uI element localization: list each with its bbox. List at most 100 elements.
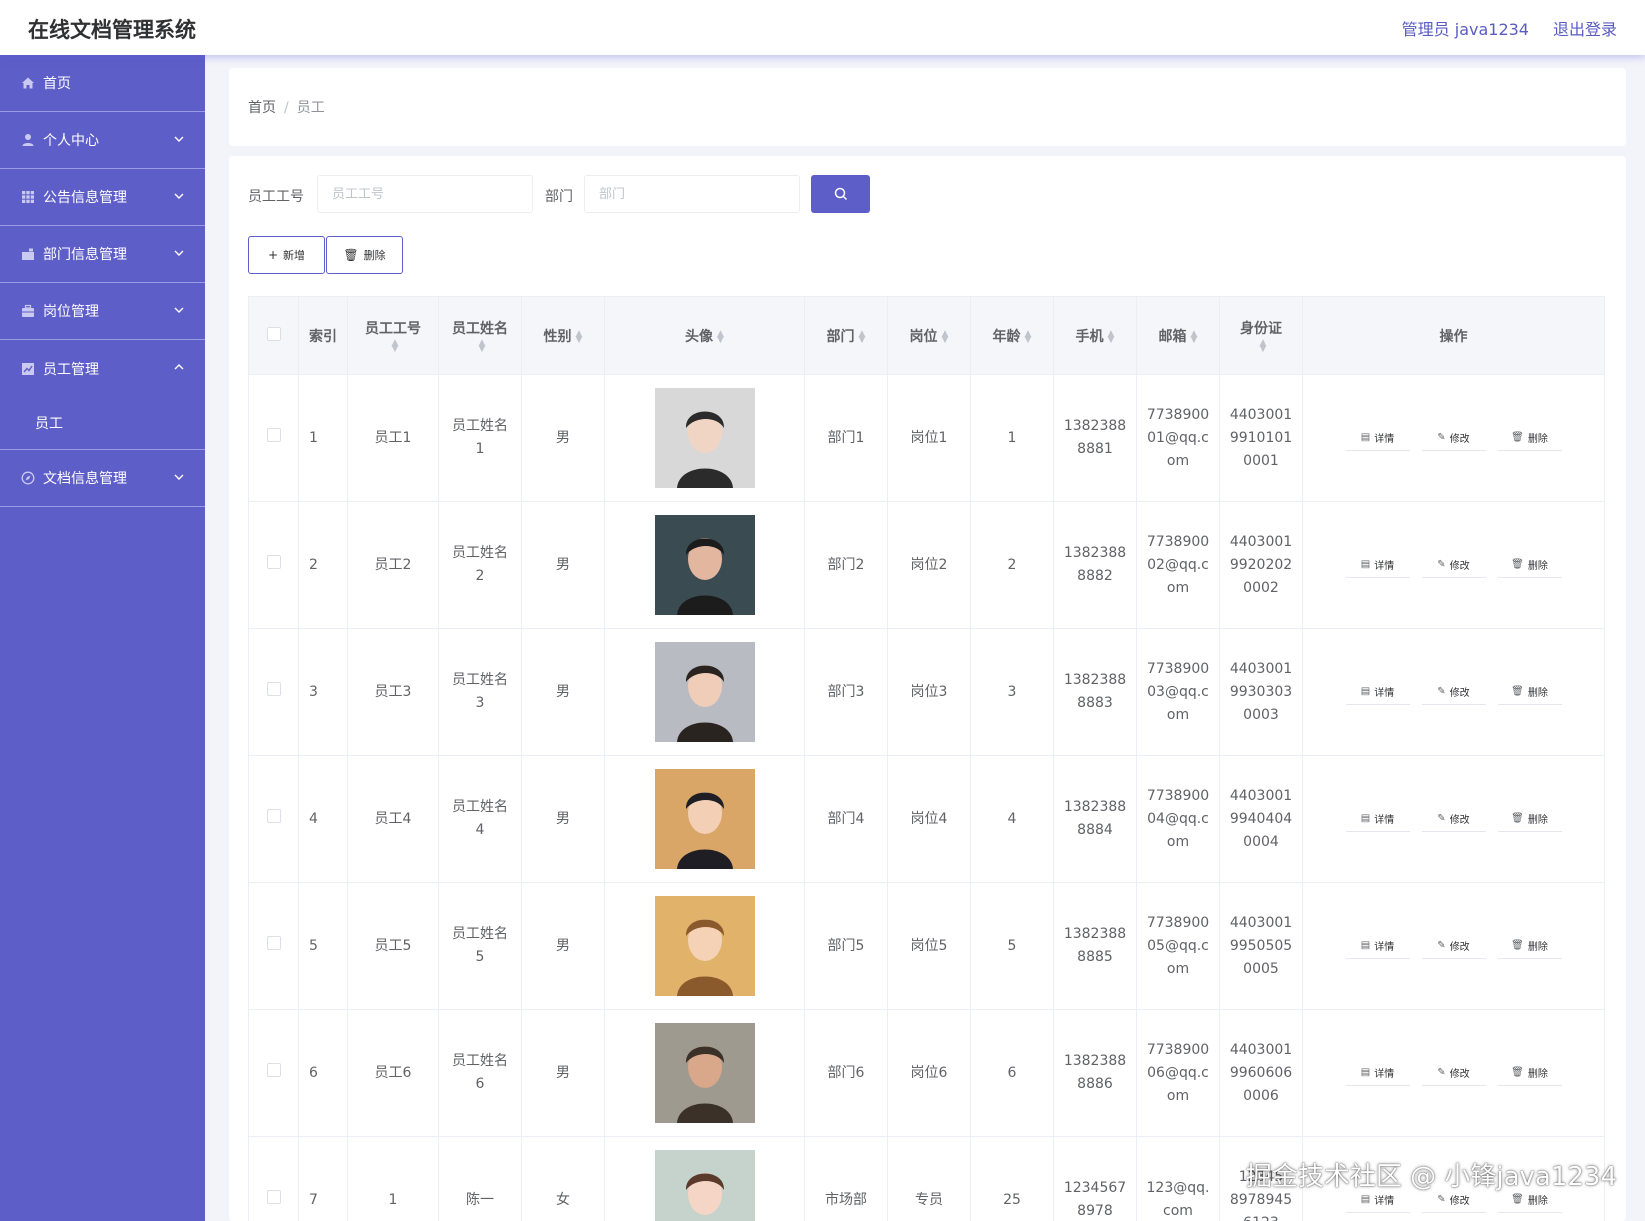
edit-button[interactable]: ✎ 修改 [1421, 425, 1486, 451]
edit-button[interactable]: ✎ 修改 [1421, 552, 1486, 578]
delete-button[interactable]: 🗑 删除 [1497, 933, 1562, 959]
cell-gender: 男 [521, 374, 605, 502]
sidebar-subitem-employee[interactable]: 员工 [0, 397, 205, 449]
delete-button[interactable]: 🗑 删除 [1497, 1060, 1562, 1086]
cell-emp-no: 员工3 [347, 628, 439, 756]
cell-email-line: 123@qq. [1146, 1180, 1210, 1196]
row-checkbox[interactable] [266, 808, 281, 823]
cell-email: 7738900 02@qq.c om [1136, 501, 1220, 629]
sort-icon[interactable]: ▲ ▼ [1025, 329, 1032, 344]
sort-icon[interactable]: ▲ ▼ [717, 329, 724, 344]
cell-phone-line: 8886 [1077, 1076, 1113, 1092]
header-id-card[interactable]: 身份证 ▲ ▼ [1219, 296, 1303, 375]
header-name[interactable]: 员工姓名 ▲ ▼ [438, 296, 522, 375]
avatar-image[interactable] [654, 1023, 755, 1123]
header-age[interactable]: 年龄 ▲ ▼ [970, 296, 1054, 375]
header-avatar[interactable]: 头像 ▲ ▼ [604, 296, 805, 375]
sidebar-item-post-management[interactable]: 岗位管理 [0, 283, 205, 340]
cell-id-card-line: 9940404 [1229, 810, 1293, 827]
sidebar-group-employee: 员工管理 员工 [0, 340, 205, 450]
cell-email-line: 7738900 [1146, 914, 1210, 931]
chevron-down-icon [174, 193, 184, 199]
cell-post: 岗位2 [887, 501, 971, 629]
add-button[interactable]: + 新增 [248, 236, 325, 274]
sort-icon[interactable]: ▲ ▼ [1260, 338, 1267, 353]
cell-actions: ▤ 详情 ✎ 修改 🗑 删除 [1302, 755, 1605, 883]
cell-phone-line: 1382388 [1063, 545, 1127, 561]
sort-icon[interactable]: ▲ ▼ [1108, 329, 1115, 344]
sort-icon[interactable]: ▲ ▼ [1191, 329, 1198, 344]
avatar-image[interactable] [654, 515, 755, 615]
dept-search-input[interactable] [584, 175, 800, 213]
avatar-image[interactable] [654, 388, 755, 488]
detail-button[interactable]: ▤ 详情 [1345, 425, 1410, 451]
detail-button[interactable]: ▤ 详情 [1345, 552, 1410, 578]
edit-button[interactable]: ✎ 修改 [1421, 806, 1486, 832]
avatar-image[interactable] [654, 642, 755, 742]
header-emp-no[interactable]: 员工工号 ▲ ▼ [347, 296, 439, 375]
header-email[interactable]: 邮箱 ▲ ▼ [1136, 296, 1220, 375]
pencil-icon: ✎ [1437, 813, 1446, 824]
briefcase-icon [20, 247, 35, 262]
detail-button[interactable]: ▤ 详情 [1345, 933, 1410, 959]
detail-button[interactable]: ▤ 详情 [1345, 1060, 1410, 1086]
cell-avatar [604, 755, 805, 883]
batch-delete-label: 删除 [363, 249, 386, 262]
emp-no-search-input[interactable] [317, 175, 533, 213]
sort-icon[interactable]: ▲ ▼ [942, 329, 949, 344]
cell-phone-line: 1234567 [1063, 1180, 1127, 1196]
cell-phone: 1382388 8886 [1053, 1009, 1137, 1137]
cell-id-card-line: 4403001 [1229, 533, 1293, 550]
cell-name-line: 员工姓名 [452, 672, 508, 688]
row-checkbox[interactable] [266, 935, 281, 950]
edit-button[interactable]: ✎ 修改 [1421, 1060, 1486, 1086]
avatar-image[interactable] [654, 769, 755, 869]
sidebar-item-document-management[interactable]: 文档信息管理 [0, 450, 205, 507]
header-gender[interactable]: 性别 ▲ ▼ [521, 296, 605, 375]
document-icon: ▤ [1360, 1194, 1371, 1205]
row-checkbox[interactable] [266, 1189, 281, 1204]
row-checkbox[interactable] [266, 681, 281, 696]
breadcrumb-home[interactable]: 首页 [248, 100, 276, 116]
row-checkbox[interactable] [266, 427, 281, 442]
logout-link[interactable]: 退出登录 [1553, 16, 1617, 40]
cell-index: 6 [298, 1009, 348, 1137]
sidebar-item-personal-center[interactable]: 个人中心 [0, 112, 205, 169]
sidebar-item-home[interactable]: 首页 [0, 55, 205, 112]
select-all-checkbox[interactable] [266, 326, 281, 341]
edit-button[interactable]: ✎ 修改 [1421, 933, 1486, 959]
avatar-image[interactable] [654, 896, 755, 996]
header-phone[interactable]: 手机 ▲ ▼ [1053, 296, 1137, 375]
cell-id-card-line: 8978945 [1229, 1191, 1293, 1208]
detail-button[interactable]: ▤ 详情 [1345, 806, 1410, 832]
header-dept[interactable]: 部门 ▲ ▼ [804, 296, 888, 375]
delete-button[interactable]: 🗑 删除 [1497, 806, 1562, 832]
batch-delete-button[interactable]: 🗑 删除 [326, 236, 403, 274]
search-button[interactable] [811, 175, 870, 213]
edit-button[interactable]: ✎ 修改 [1421, 679, 1486, 705]
sidebar-item-department-management[interactable]: 部门信息管理 [0, 226, 205, 283]
cell-phone: 1234567 8978 [1053, 1136, 1137, 1221]
cell-name-line: 2 [475, 568, 485, 584]
row-checkbox[interactable] [266, 1062, 281, 1077]
sort-icon[interactable]: ▲ ▼ [576, 329, 583, 344]
sort-icon[interactable]: ▲ ▼ [479, 338, 486, 353]
sidebar-item-notice-management[interactable]: 公告信息管理 [0, 169, 205, 226]
delete-button[interactable]: 🗑 删除 [1497, 679, 1562, 705]
detail-button[interactable]: ▤ 详情 [1345, 679, 1410, 705]
cell-id-card: 4403001 9930303 0003 [1219, 628, 1303, 756]
pencil-icon: ✎ [1437, 1194, 1446, 1205]
header-post[interactable]: 岗位 ▲ ▼ [887, 296, 971, 375]
cell-id-card-line: 0001 [1243, 452, 1279, 469]
row-checkbox[interactable] [266, 554, 281, 569]
cell-email-line: om [1166, 833, 1190, 850]
delete-button[interactable]: 🗑 删除 [1497, 552, 1562, 578]
row-select-cell [248, 628, 299, 756]
sidebar-item-employee-management[interactable]: 员工管理 [0, 340, 205, 397]
sort-icon[interactable]: ▲ ▼ [859, 329, 866, 344]
cell-phone: 1382388 8884 [1053, 755, 1137, 883]
sort-icon[interactable]: ▲ ▼ [392, 338, 399, 353]
delete-button[interactable]: 🗑 删除 [1497, 425, 1562, 451]
home-icon [20, 76, 35, 91]
avatar-image[interactable] [654, 1150, 755, 1221]
